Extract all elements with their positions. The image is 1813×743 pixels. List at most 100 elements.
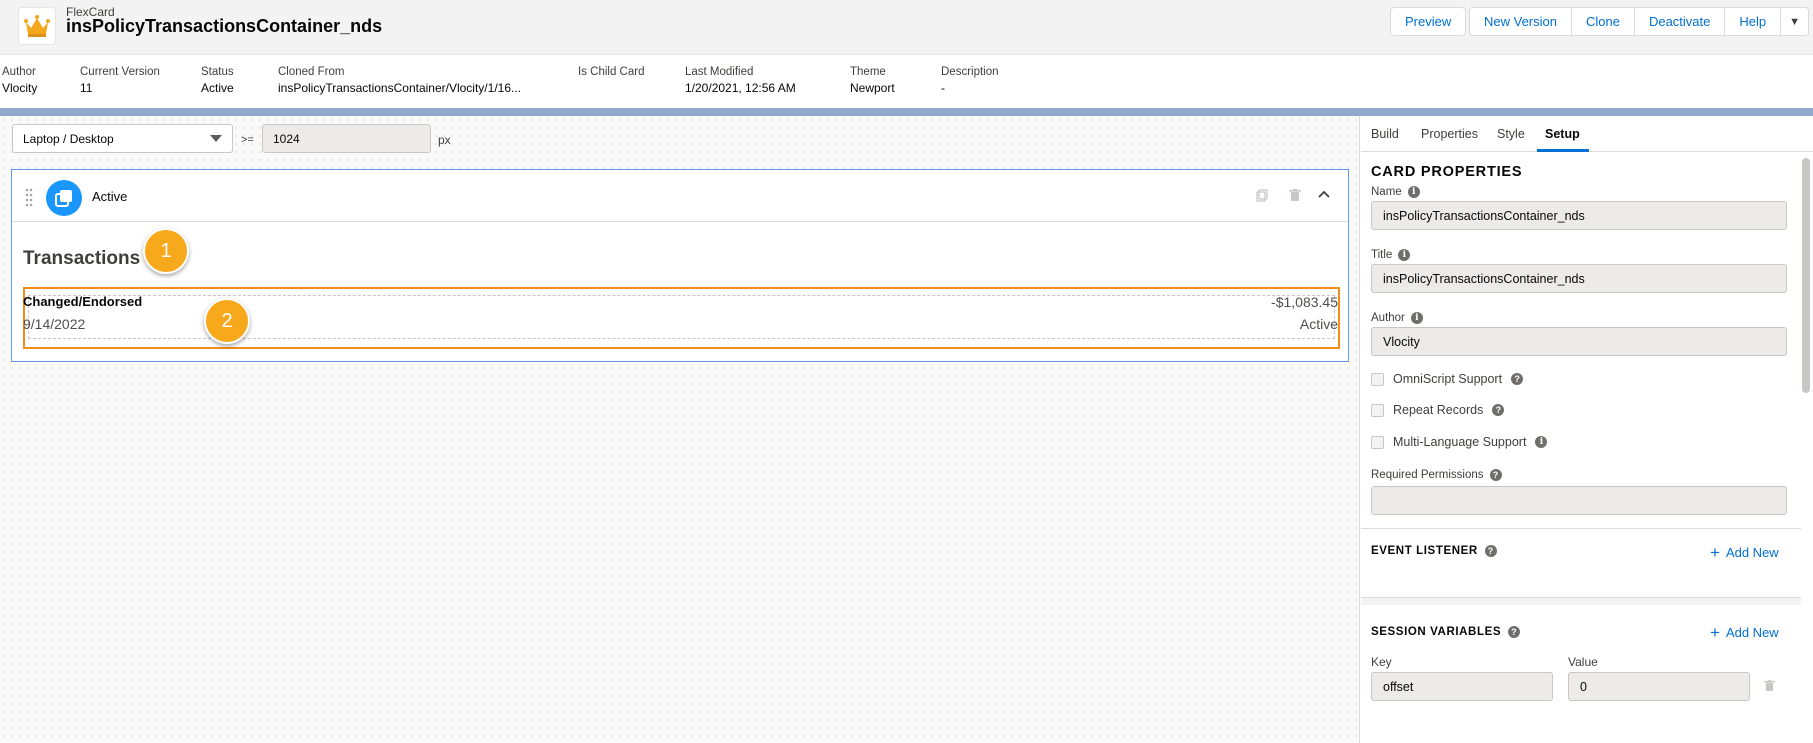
add-new-label: Add New — [1725, 545, 1779, 560]
meta-label: Theme — [850, 66, 886, 78]
clone-button[interactable]: Clone — [1571, 8, 1635, 35]
new-version-button[interactable]: New Version — [1470, 8, 1572, 35]
value-label: Value — [1568, 655, 1598, 669]
required-permissions-label-text: Required Permissions — [1371, 469, 1484, 481]
event-listener-label-text: EVENT LISTENER — [1371, 545, 1478, 557]
deactivate-button[interactable]: Deactivate — [1634, 8, 1726, 35]
meta-last-modified: Last Modified 1/20/2021, 12:56 AM — [685, 66, 796, 95]
record-title: Changed/Endorsed — [23, 294, 143, 309]
tab-setup[interactable]: Setup — [1545, 127, 1580, 141]
meta-current-version: Current Version 11 — [80, 66, 160, 95]
checkbox-label: OmniScript Support — [1393, 372, 1503, 386]
delete-icon[interactable] — [1289, 189, 1301, 205]
card-properties-heading: CARD PROPERTIES — [1371, 164, 1523, 180]
info-icon[interactable]: i — [1410, 312, 1423, 324]
tab-style[interactable]: Style — [1497, 127, 1525, 141]
active-tab-indicator — [1537, 149, 1589, 152]
help-icon[interactable]: ? — [1508, 626, 1521, 638]
meta-theme: Theme Newport — [850, 66, 895, 95]
help-icon[interactable]: ? — [1489, 469, 1502, 481]
omniscript-support-checkbox[interactable]: OmniScript Support ? — [1371, 372, 1524, 386]
delete-icon[interactable] — [1764, 680, 1775, 695]
chevron-down-icon — [210, 135, 222, 142]
meta-value: Active — [201, 81, 234, 95]
meta-label: Description — [941, 66, 999, 78]
section-divider — [1361, 528, 1801, 529]
event-listener-label: EVENT LISTENER ? — [1371, 545, 1497, 557]
title-field[interactable]: insPolicyTransactionsContainer_nds — [1371, 264, 1787, 293]
callout-badge-2: 2 — [204, 298, 250, 344]
required-permissions-field[interactable] — [1371, 486, 1787, 515]
title-label: Title i — [1371, 249, 1411, 261]
transactions-title: Transactions — [23, 248, 141, 269]
plus-icon: + — [1710, 623, 1720, 642]
help-button[interactable]: Help — [1725, 8, 1782, 35]
info-icon[interactable]: i — [1535, 436, 1548, 448]
session-key-input[interactable]: offset — [1371, 672, 1553, 701]
meta-status: Status Active — [201, 66, 234, 95]
header-divider — [0, 108, 1813, 116]
drag-handle-icon[interactable] — [25, 188, 33, 209]
callout-badge-1: 1 — [143, 228, 189, 274]
checkbox[interactable] — [1371, 435, 1384, 449]
device-select[interactable]: Laptop / Desktop — [12, 124, 233, 153]
checkbox[interactable] — [1371, 372, 1384, 386]
meta-cloned-from: Cloned From insPolicyTransactionsContain… — [278, 66, 521, 95]
meta-description: Description - — [941, 66, 999, 95]
key-label: Key — [1371, 655, 1392, 669]
panel-tabs: Build Properties Style Setup — [1361, 116, 1813, 152]
meta-label: Current Version — [80, 66, 160, 78]
meta-label: Is Child Card — [578, 66, 645, 78]
meta-value: 11 — [80, 81, 93, 95]
meta-value: 1/20/2021, 12:56 AM — [685, 81, 796, 95]
add-event-listener-button[interactable]: + Add New — [1710, 544, 1779, 561]
state-stack-icon — [46, 180, 82, 216]
meta-value: Newport — [850, 81, 895, 95]
crown-icon — [18, 7, 56, 45]
chevron-up-icon[interactable] — [1318, 188, 1330, 202]
session-variables-label-text: SESSION VARIABLES — [1371, 626, 1502, 638]
checkbox[interactable] — [1371, 403, 1384, 417]
author-field[interactable]: Vlocity — [1371, 327, 1787, 356]
meta-value: - — [941, 81, 945, 95]
info-icon[interactable]: i — [1407, 186, 1420, 198]
name-field[interactable]: insPolicyTransactionsContainer_nds — [1371, 201, 1787, 230]
session-variables-label: SESSION VARIABLES ? — [1371, 626, 1521, 638]
title-label-text: Title — [1371, 249, 1393, 261]
session-value-input[interactable]: 0 — [1568, 672, 1750, 701]
more-actions-button[interactable]: ▼ — [1781, 8, 1809, 35]
unit-label: px — [438, 133, 451, 147]
meta-label: Status — [201, 66, 234, 78]
add-session-variable-button[interactable]: + Add New — [1710, 624, 1779, 641]
multi-language-support-checkbox[interactable]: Multi-Language Support i — [1371, 435, 1548, 449]
meta-value: insPolicyTransactionsContainer/Vlocity/1… — [278, 81, 521, 95]
help-icon[interactable]: ? — [1511, 373, 1524, 385]
tab-build[interactable]: Build — [1371, 127, 1399, 141]
plus-icon: + — [1710, 543, 1720, 562]
checkbox-label: Multi-Language Support — [1393, 435, 1527, 449]
repeat-records-checkbox[interactable]: Repeat Records ? — [1371, 403, 1505, 417]
tab-properties[interactable]: Properties — [1421, 127, 1478, 141]
viewport-width-input[interactable]: 1024 — [262, 124, 431, 153]
chevron-down-icon: ▼ — [1789, 15, 1801, 28]
required-permissions-label: Required Permissions ? — [1371, 469, 1502, 481]
checkbox-label: Repeat Records — [1393, 403, 1484, 417]
meta-value: Vlocity — [2, 81, 38, 95]
gte-label: >= — [241, 134, 254, 146]
section-divider — [1361, 597, 1801, 605]
preview-button[interactable]: Preview — [1391, 8, 1466, 35]
author-label-text: Author — [1371, 312, 1405, 324]
add-new-label: Add New — [1725, 625, 1779, 640]
state-header: Active — [12, 170, 1348, 222]
state-name: Active — [92, 189, 128, 204]
panel-scrollbar[interactable] — [1802, 158, 1810, 393]
properties-panel: Build Properties Style Setup CARD PROPER… — [1361, 116, 1813, 743]
info-icon[interactable]: i — [1398, 249, 1411, 261]
help-icon[interactable]: ? — [1484, 545, 1497, 557]
actions-button-group: New Version Clone Deactivate Help ▼ — [1469, 7, 1810, 36]
copy-icon[interactable] — [1256, 189, 1268, 205]
app-header: FlexCard insPolicyTransactionsContainer_… — [0, 0, 1813, 55]
author-label: Author i — [1371, 312, 1423, 324]
help-icon[interactable]: ? — [1492, 404, 1505, 416]
page-title: insPolicyTransactionsContainer_nds — [66, 16, 383, 36]
